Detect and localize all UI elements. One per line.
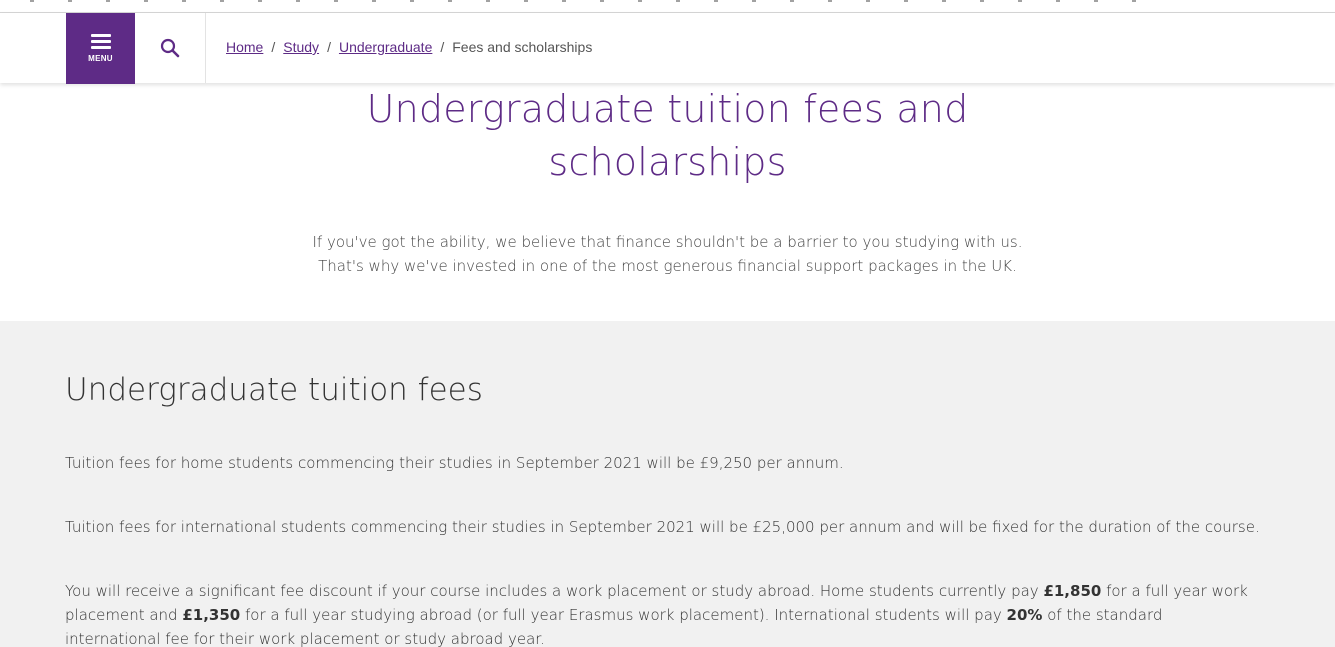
international-fee-paragraph: Tuition fees for international students … [65, 518, 1260, 536]
search-button[interactable] [135, 13, 206, 83]
page-title: Undergraduate tuition fees and scholarsh… [366, 87, 969, 184]
discount-text: for a full year studying abroad (or full… [240, 606, 1007, 624]
placement-fee-amount: £1,850 [1043, 582, 1102, 600]
breadcrumb-separator: / [327, 39, 331, 55]
section-heading: Undergraduate tuition fees [65, 372, 483, 408]
breadcrumb-home-link[interactable]: Home [226, 39, 263, 55]
menu-label: MENU [88, 54, 113, 63]
hamburger-icon [90, 34, 111, 49]
abroad-fee-amount: £1,350 [182, 606, 241, 624]
site-header: MENU Home / Study / Undergraduate / Fees… [0, 13, 1335, 84]
breadcrumb-separator: / [271, 39, 276, 55]
breadcrumb-undergraduate-link[interactable]: Undergraduate [339, 39, 432, 55]
breadcrumb-separator: / [440, 39, 445, 55]
browser-top-strip [0, 0, 1335, 13]
hero-section: Undergraduate tuition fees and scholarsh… [0, 83, 1335, 321]
breadcrumb: Home / Study / Undergraduate / Fees and … [226, 39, 592, 55]
discount-text: You will receive a significant fee disco… [65, 582, 1044, 600]
home-fee-paragraph: Tuition fees for home students commencin… [65, 454, 844, 472]
breadcrumb-current: Fees and scholarships [452, 39, 593, 55]
tuition-fees-section: Undergraduate tuition fees Tuition fees … [0, 321, 1335, 647]
cropped-bookmarks-bar [30, 0, 1150, 2]
menu-button[interactable]: MENU [66, 13, 135, 84]
international-discount-percent: 20% [1006, 606, 1043, 624]
breadcrumb-study-link[interactable]: Study [283, 39, 319, 55]
hero-intro: If you've got the ability, we believe th… [312, 233, 1023, 275]
fee-discount-paragraph: You will receive a significant fee disco… [65, 579, 1255, 647]
search-icon [160, 38, 180, 58]
